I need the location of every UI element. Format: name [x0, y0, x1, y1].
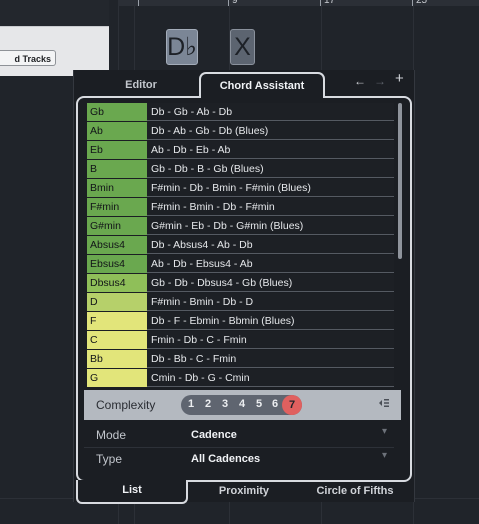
track-list-header [0, 0, 109, 26]
chord-progression-cell: F#min - Bmin - Db - D [147, 293, 394, 311]
chord-list-row[interactable]: Gb Db - Gb - Ab - Db [87, 103, 394, 122]
chord-db-button[interactable]: D♭ [166, 29, 198, 65]
chord-progression-cell: Ab - Db - Eb - Ab [147, 141, 394, 159]
tab-editor[interactable]: Editor [82, 74, 200, 96]
chord-progression-cell: F#min - Db - Bmin - F#min (Blues) [147, 179, 394, 197]
chord-name-cell: C [87, 331, 147, 349]
chord-list-row[interactable]: F#min F#min - Bmin - Db - F#min [87, 198, 394, 217]
divider [0, 26, 109, 27]
tab-list[interactable]: List [76, 480, 188, 504]
chord-name-cell: G [87, 369, 147, 387]
complexity-level-6[interactable]: 6 [268, 398, 282, 410]
chord-name-cell: Gb [87, 103, 147, 121]
panel-tab-bar: Editor Chord Assistant ← → + [74, 70, 414, 98]
chord-progression-cell: Db - Absus4 - Ab - Db [147, 236, 394, 254]
ruler-tick [228, 0, 229, 6]
chord-list-row[interactable]: G Cmin - Db - G - Cmin [87, 369, 394, 388]
chord-list-row[interactable]: D F#min - Bmin - Db - D [87, 293, 394, 312]
chord-progression-cell: F#min - Bmin - Db - F#min [147, 198, 394, 216]
complexity-level-3[interactable]: 3 [218, 398, 232, 410]
complexity-level-4[interactable]: 4 [235, 398, 249, 410]
complexity-level-2[interactable]: 2 [201, 398, 215, 410]
chord-name-cell: Ab [87, 122, 147, 140]
mode-label: Mode [96, 428, 127, 442]
chord-progression-cell: Cmin - Db - G - Cmin [147, 369, 394, 387]
chord-list-row[interactable]: Bb Db - Bb - C - Fmin [87, 350, 394, 369]
chord-assistant-panel: Editor Chord Assistant ← → + Gb Db - Gb -… [73, 70, 415, 504]
tracks-button[interactable]: d Tracks [0, 50, 56, 66]
chord-list-row[interactable]: Absus4 Db - Absus4 - Ab - Db [87, 236, 394, 255]
type-row[interactable]: Type All Cadences ▾ [84, 447, 394, 471]
ruler-tick [412, 0, 413, 6]
chord-list-row[interactable]: F Db - F - Ebmin - Bbmin (Blues) [87, 312, 394, 331]
chord-list-row[interactable]: Ebsus4 Ab - Db - Ebsus4 - Ab [87, 255, 394, 274]
list-scrollbar[interactable] [398, 103, 402, 259]
chord-progression-cell: Db - F - Ebmin - Bbmin (Blues) [147, 312, 394, 330]
chord-progression-cell: Gb - Db - Dbsus4 - Gb (Blues) [147, 274, 394, 292]
chord-progression-cell: Ab - Db - Ebsus4 - Ab [147, 255, 394, 273]
tab-chord-assistant[interactable]: Chord Assistant [199, 72, 325, 98]
chord-progression-cell: Db - Bb - C - Fmin [147, 350, 394, 368]
chord-progression-cell: Gb - Db - B - Gb (Blues) [147, 160, 394, 178]
chord-list-row[interactable]: G#min G#min - Eb - Db - G#min (Blues) [87, 217, 394, 236]
chord-name-cell: Eb [87, 141, 147, 159]
chord-name-cell: G#min [87, 217, 147, 235]
timeline-ruler[interactable]: 9 17 25 [118, 0, 479, 6]
mode-value[interactable]: Cadence [191, 429, 237, 441]
chord-name-cell: D [87, 293, 147, 311]
chord-progression-cell: Fmin - Db - C - Fmin [147, 331, 394, 349]
tab-circle-of-fifths[interactable]: Circle of Fifths [300, 480, 410, 502]
complexity-level-5[interactable]: 5 [252, 398, 266, 410]
chord-name-cell: Ebsus4 [87, 255, 147, 273]
chord-list-row[interactable]: Dbsus4 Gb - Db - Dbsus4 - Gb (Blues) [87, 274, 394, 293]
ruler-tick [320, 0, 321, 6]
ruler-tick [138, 0, 139, 6]
complexity-label: Complexity [96, 398, 156, 412]
complexity-level-7-selected[interactable]: 7 [282, 395, 302, 415]
chord-name-cell: Bb [87, 350, 147, 368]
ruler-marker-25: 25 [416, 0, 428, 6]
chord-list-row[interactable]: C Fmin - Db - C - Fmin [87, 331, 394, 350]
forward-arrow-icon[interactable]: → [374, 74, 386, 88]
chord-name-cell: F [87, 312, 147, 330]
ruler-marker-17: 17 [324, 0, 336, 6]
chevron-down-icon[interactable]: ▾ [382, 450, 387, 461]
chord-list-row[interactable]: Eb Ab - Db - Eb - Ab [87, 141, 394, 160]
chevron-down-icon[interactable]: ▾ [382, 426, 387, 437]
chord-name-cell: Absus4 [87, 236, 147, 254]
chord-name-cell: Bmin [87, 179, 147, 197]
chord-list-row[interactable]: B Gb - Db - B - Gb (Blues) [87, 160, 394, 179]
chord-name-cell: B [87, 160, 147, 178]
add-icon[interactable]: + [395, 71, 404, 86]
tab-proximity[interactable]: Proximity [188, 480, 300, 502]
chord-list-row[interactable]: Bmin F#min - Db - Bmin - F#min (Blues) [87, 179, 394, 198]
chord-progression-cell: Db - Ab - Gb - Db (Blues) [147, 122, 394, 140]
chord-progression-cell: G#min - Eb - Db - G#min (Blues) [147, 217, 394, 235]
chord-list-row[interactable]: Ab Db - Ab - Gb - Db (Blues) [87, 122, 394, 141]
back-arrow-icon[interactable]: ← [354, 74, 366, 88]
ruler-marker-9: 9 [232, 0, 238, 6]
complexity-menu-icon[interactable] [378, 397, 390, 412]
chord-list[interactable]: Gb Db - Gb - Ab - Db Ab Db - Ab - Gb - Db (… [87, 103, 394, 388]
type-label: Type [96, 452, 123, 466]
chord-name-cell: F#min [87, 198, 147, 216]
chord-x-button[interactable]: X [230, 29, 255, 65]
chord-name-cell: Dbsus4 [87, 274, 147, 292]
chord-progression-cell: Db - Gb - Ab - Db [147, 103, 394, 121]
mode-row[interactable]: Mode Cadence ▾ [84, 423, 394, 447]
complexity-level-1[interactable]: 1 [184, 398, 198, 410]
complexity-bar: Complexity 1 2 3 4 5 6 7 [84, 390, 401, 420]
type-value[interactable]: All Cadences [191, 453, 260, 465]
